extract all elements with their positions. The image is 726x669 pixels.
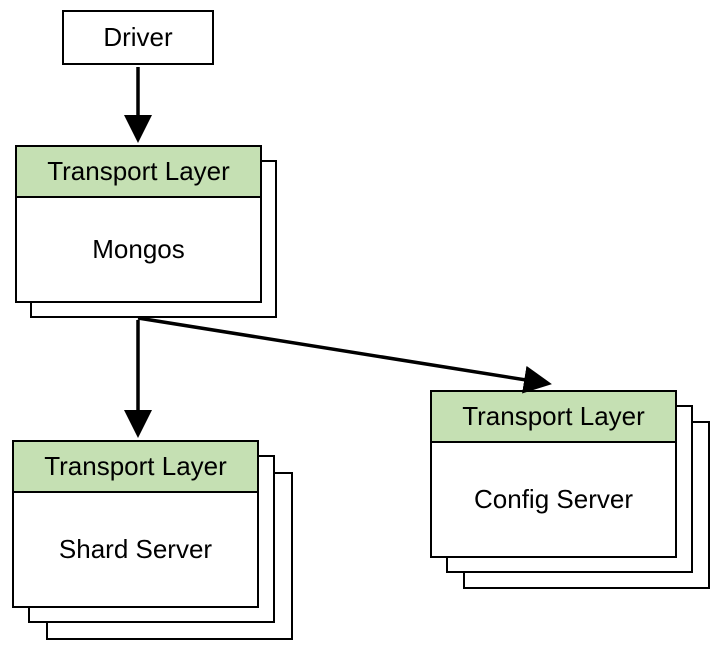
arrow-mongos-to-config <box>138 318 545 383</box>
mongos-body-label: Mongos <box>92 234 185 265</box>
shard-header-label: Transport Layer <box>44 451 227 482</box>
driver-box: Driver <box>62 10 214 65</box>
shard-header: Transport Layer <box>12 440 259 493</box>
driver-label: Driver <box>103 22 172 53</box>
mongos-header-label: Transport Layer <box>47 156 230 187</box>
mongos-header: Transport Layer <box>15 145 262 198</box>
config-body: Config Server <box>430 443 677 558</box>
shard-body: Shard Server <box>12 493 259 608</box>
shard-body-label: Shard Server <box>59 534 212 565</box>
config-header-label: Transport Layer <box>462 401 645 432</box>
mongos-body: Mongos <box>15 198 262 303</box>
config-body-label: Config Server <box>474 484 633 515</box>
config-header: Transport Layer <box>430 390 677 443</box>
